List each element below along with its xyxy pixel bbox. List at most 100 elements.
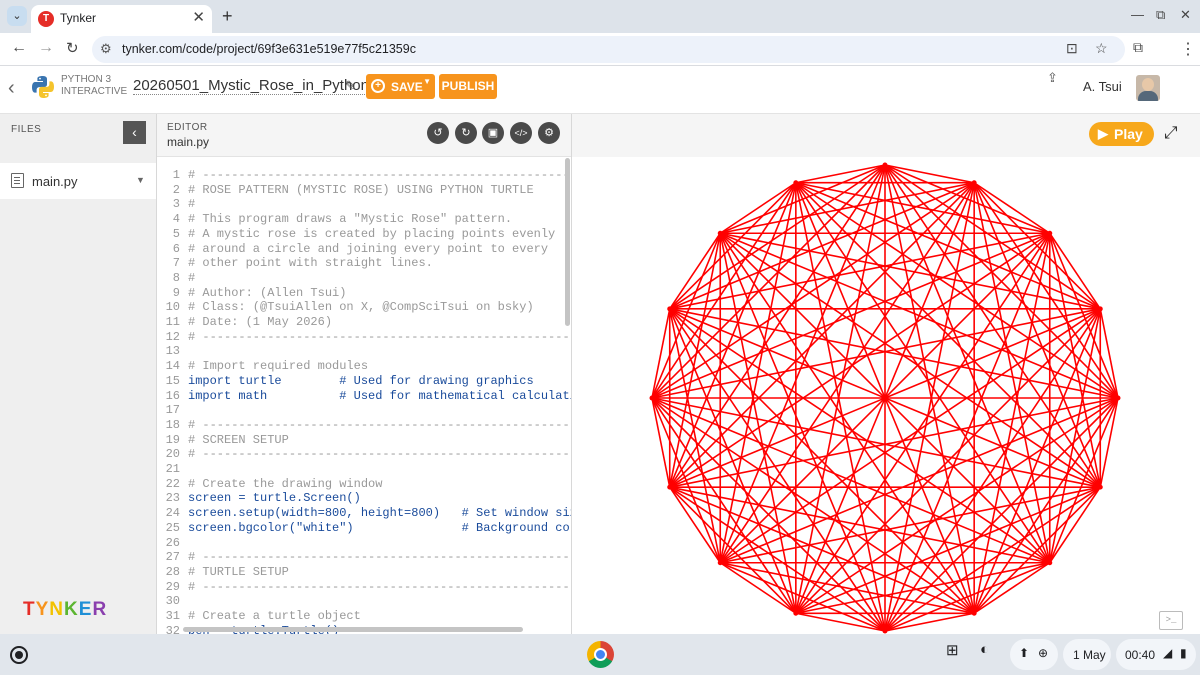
line-number: 19	[165, 432, 180, 447]
rose-point	[1047, 560, 1053, 566]
code-line[interactable]: 15 import turtle # Used for drawing graph…	[157, 374, 571, 389]
code-line[interactable]: 5 # A mystic rose is created by placing p…	[157, 227, 571, 242]
back-arrow-icon[interactable]: ←	[11, 39, 27, 57]
rose-point	[971, 610, 977, 616]
line-number: 1	[172, 168, 180, 182]
code-text: # Import required modules	[188, 359, 369, 374]
code-line[interactable]: 4 # This program draws a "Mystic Rose" pa…	[157, 212, 571, 227]
code-line[interactable]: 16 import math # Used for mathematical ca…	[157, 389, 571, 404]
back-chevron-icon[interactable]: ‹	[8, 77, 15, 100]
tray-media-pill[interactable]: ⬆ ⊕	[1010, 639, 1058, 670]
extensions-puzzle-icon[interactable]: ⧉	[1133, 39, 1143, 56]
redo-icon[interactable]: ↻	[455, 122, 477, 144]
tab-close-icon[interactable]: ✕	[192, 10, 205, 26]
code-line[interactable]: 27 # ------------------------------------…	[157, 550, 571, 565]
code-line[interactable]: 7 # other point with straight lines.	[157, 256, 571, 271]
publish-button[interactable]: PUBLISH	[439, 74, 497, 99]
save-button[interactable]: + SAVE ▼	[366, 74, 435, 99]
rose-point	[1097, 306, 1103, 312]
code-line[interactable]: 11 # Date: (1 May 2026)	[157, 315, 571, 330]
editor-vertical-scrollbar[interactable]	[565, 158, 570, 326]
code-line[interactable]: 31 # Create a turtle object	[157, 609, 571, 624]
restore-button[interactable]: ⧉	[1156, 7, 1165, 23]
output-panel: ▶ Play ⤢ >_	[572, 114, 1200, 634]
bookmark-star-icon[interactable]: ☆	[1095, 40, 1108, 57]
code-line[interactable]: 17	[157, 403, 571, 418]
site-info-icon[interactable]: ⚙	[100, 41, 112, 57]
code-line[interactable]: 26	[157, 536, 571, 551]
code-editor[interactable]: 1 # -------------------------------------…	[157, 158, 571, 634]
files-panel: FILES ‹ main.py ▼ TYNKER	[0, 114, 157, 634]
save-dropdown-caret-icon[interactable]: ▼	[423, 77, 431, 86]
code-line[interactable]: 10 # Class: (@TsuiAllen on X, @CompSciTsu…	[157, 300, 571, 315]
code-text: # --------------------------------------…	[188, 550, 571, 565]
code-line[interactable]: 18 # ------------------------------------…	[157, 418, 571, 433]
code-line[interactable]: 22 # Create the drawing window	[157, 477, 571, 492]
code-line[interactable]: 8 #	[157, 271, 571, 286]
install-app-icon[interactable]: ⊡	[1066, 40, 1078, 57]
play-button[interactable]: ▶ Play	[1089, 122, 1154, 146]
code-line[interactable]: 25 screen.bgcolor("white") # Background c…	[157, 521, 571, 536]
code-text: screen = turtle.Screen()	[188, 491, 361, 506]
code-line[interactable]: 1 # -------------------------------------…	[157, 168, 571, 183]
undo-icon[interactable]: ↺	[427, 122, 449, 144]
minimize-button[interactable]: —	[1131, 7, 1144, 22]
tab-search-button[interactable]: ⌄	[7, 6, 27, 26]
new-tab-button[interactable]: +	[222, 6, 233, 27]
code-line[interactable]: 3 #	[157, 197, 571, 212]
rose-point	[882, 628, 888, 634]
code-line[interactable]: 24 screen.setup(width=800, height=800) # …	[157, 506, 571, 521]
image-icon[interactable]: ▣	[482, 122, 504, 144]
share-icon[interactable]: ⇪	[1047, 70, 1058, 86]
code-icon[interactable]: </>	[510, 122, 532, 144]
project-name[interactable]: 20260501_Mystic_Rose_in_Python	[133, 77, 369, 95]
code-line[interactable]: 23 screen = turtle.Screen()	[157, 491, 571, 506]
rose-point	[667, 306, 673, 312]
console-toggle-icon[interactable]: >_	[1159, 611, 1183, 630]
browser-tab[interactable]: T Tynker ✕	[31, 5, 212, 33]
tray-plus-icon: ⊕	[1038, 646, 1049, 660]
code-line[interactable]: 13	[157, 344, 571, 359]
line-number: 15	[165, 373, 180, 388]
code-line[interactable]: 19 # SCREEN SETUP	[157, 433, 571, 448]
code-line[interactable]: 21	[157, 462, 571, 477]
code-line[interactable]: 12 # ------------------------------------…	[157, 330, 571, 345]
settings-gear-icon[interactable]: ⚙	[538, 122, 560, 144]
code-line[interactable]: 2 # ROSE PATTERN (MYSTIC ROSE) USING PYTH…	[157, 183, 571, 198]
address-bar[interactable]: ⚙ tynker.com/code/project/69f3e631e519e7…	[92, 36, 1125, 63]
chrome-app-icon[interactable]	[587, 641, 614, 668]
user-name[interactable]: A. Tsui	[1083, 79, 1122, 94]
forward-arrow-icon[interactable]: →	[38, 39, 54, 57]
code-text: # --------------------------------------…	[188, 447, 571, 462]
collapse-files-button[interactable]: ‹	[123, 121, 146, 144]
code-line[interactable]: 9 # Author: (Allen Tsui)	[157, 286, 571, 301]
edit-pencil-icon[interactable]: ✎	[345, 78, 356, 94]
url-text: tynker.com/code/project/69f3e631e519e77f…	[122, 42, 416, 56]
avatar[interactable]	[1136, 75, 1160, 101]
code-line[interactable]: 14 # Import required modules	[157, 359, 571, 374]
code-text: # SCREEN SETUP	[188, 432, 289, 447]
code-line[interactable]: 29 # ------------------------------------…	[157, 580, 571, 595]
code-text: screen.bgcolor("white") # Background col…	[188, 520, 571, 535]
browser-menu-icon[interactable]: ⋮	[1180, 39, 1196, 59]
fullscreen-expand-icon[interactable]: ⤢	[1164, 123, 1178, 143]
code-line[interactable]: 20 # ------------------------------------…	[157, 447, 571, 462]
line-number: 3	[172, 197, 180, 212]
code-text: # Create a turtle object	[188, 609, 361, 623]
window-close-button[interactable]: ✕	[1180, 7, 1191, 23]
file-dropdown-icon[interactable]: ▼	[136, 175, 145, 185]
launcher-icon[interactable]	[10, 646, 28, 664]
tray-up-icon: ⬆	[1019, 646, 1030, 660]
status-tray[interactable]: 00:40 ◢ ▮	[1116, 639, 1196, 670]
editor-horizontal-scrollbar[interactable]	[183, 627, 523, 632]
do-not-disturb-icon[interactable]: ◐	[980, 641, 989, 658]
screen-capture-icon[interactable]: ⊞	[946, 641, 959, 659]
code-line[interactable]: 6 # around a circle and joining every poi…	[157, 242, 571, 257]
code-line[interactable]: 28 # TURTLE SETUP	[157, 565, 571, 580]
rose-point	[1115, 395, 1121, 401]
code-line[interactable]: 30	[157, 594, 571, 609]
code-text: # Date: (1 May 2026)	[188, 315, 333, 329]
reload-icon[interactable]: ↻	[66, 39, 79, 57]
date-pill[interactable]: 1 May	[1063, 639, 1111, 670]
file-item-main[interactable]: main.py ▼	[0, 163, 156, 199]
